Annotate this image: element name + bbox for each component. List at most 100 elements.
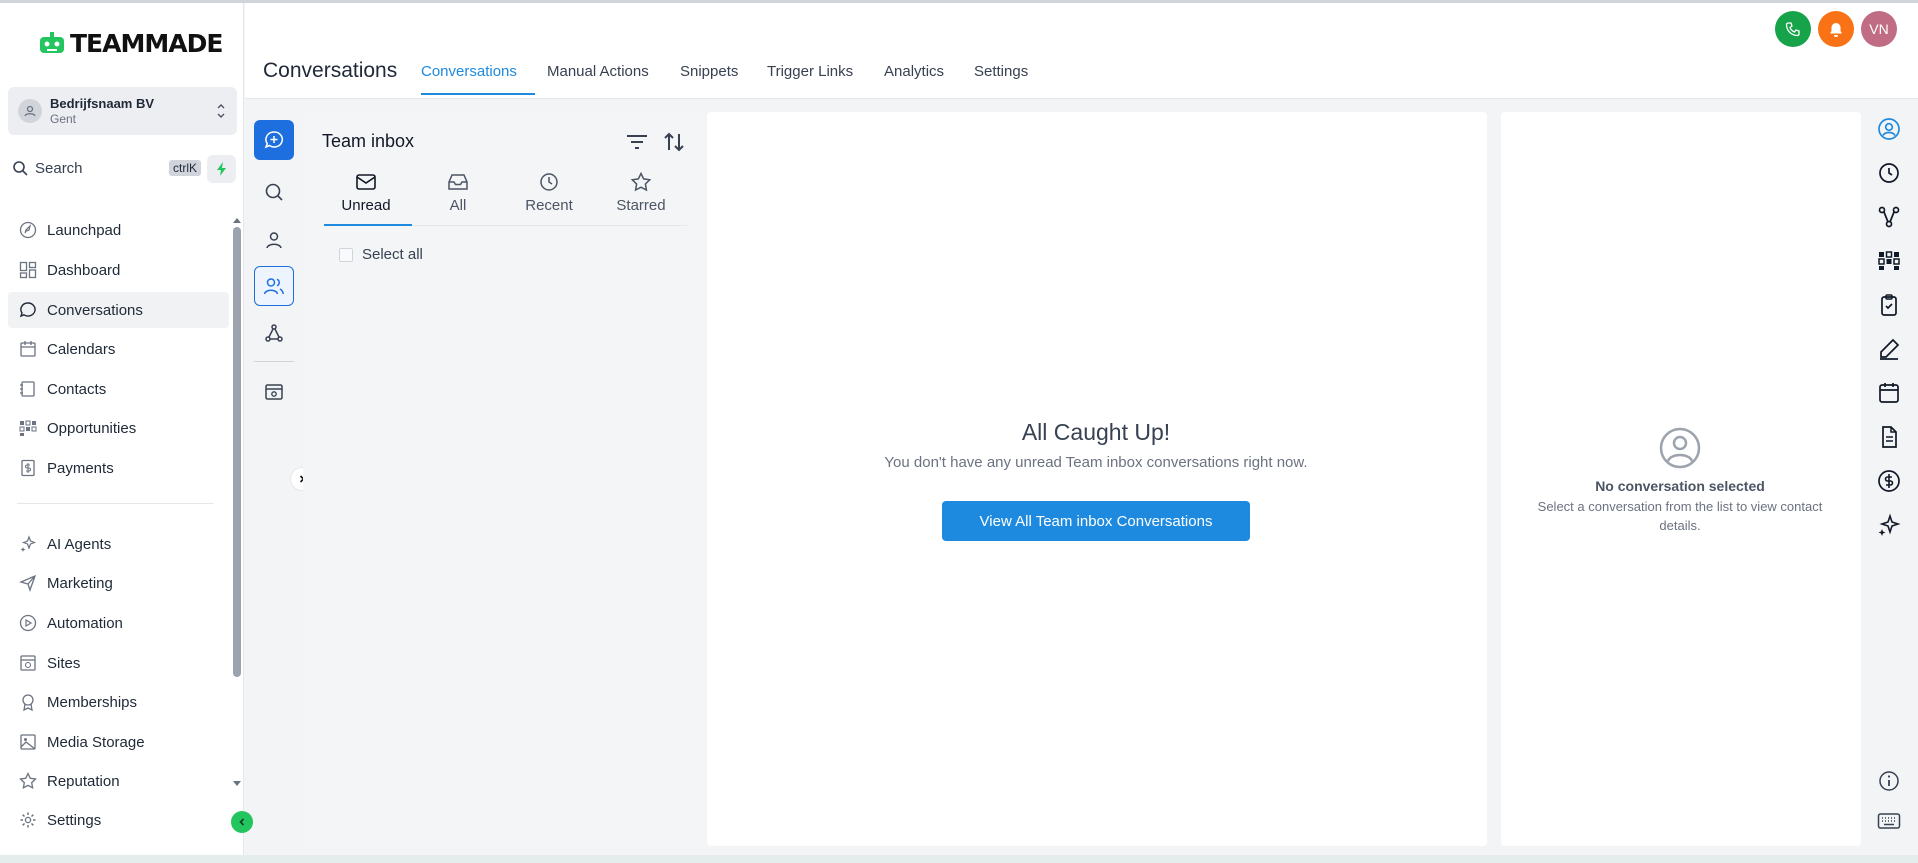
page-title: Conversations [263,59,398,82]
account-avatar-icon [18,99,42,123]
bolt-icon [216,162,226,176]
opportunities-icon[interactable] [1876,248,1902,274]
select-all-label[interactable]: Select all [362,246,423,263]
quick-action-button[interactable] [207,155,236,183]
subtab-label: Starred [616,197,666,214]
subtab-unread[interactable]: Unread [323,170,409,214]
sidebar-item-memberships[interactable]: Memberships [8,684,229,720]
send-icon [18,573,38,593]
subtab-starred[interactable]: Starred [598,170,684,214]
sidebar-item-label: Sites [47,654,81,672]
sidebar-item-label: Contacts [47,380,107,398]
sidebar-item-dashboard[interactable]: Dashboard [8,252,229,288]
sidebar-item-launchpad[interactable]: Launchpad [8,212,229,248]
sidebar-divider [17,503,214,504]
user-icon [266,232,282,249]
view-all-conversations-button[interactable]: View All Team inbox Conversations [942,501,1250,541]
sidebar-item-contacts[interactable]: Contacts [8,371,229,407]
tab-analytics[interactable]: Analytics [884,63,944,80]
empty-state-subtitle: You don't have any unread Team inbox con… [884,454,1308,471]
sidebar-item-calendars[interactable]: Calendars [8,331,229,367]
info-icon[interactable] [1876,768,1902,794]
history-icon[interactable] [1876,160,1902,186]
subtab-recent[interactable]: Recent [506,170,592,214]
app-logo[interactable]: TEAMMADE [38,29,223,58]
opportunities-icon [18,418,38,438]
inbox-icon [415,170,501,194]
bell-icon [1830,22,1842,37]
sidebar-item-reputation[interactable]: Reputation [8,763,229,799]
sidebar-item-sites[interactable]: Sites [8,645,229,681]
select-all-checkbox[interactable] [339,248,353,262]
workflow-icon[interactable] [1876,204,1902,230]
collapse-sidebar-button[interactable] [231,811,253,833]
sidebar-item-label: Calendars [47,340,116,358]
sidebar-item-conversations[interactable]: Conversations [8,292,229,328]
no-conversation-title: No conversation selected [1595,478,1765,494]
rail-workflow-button[interactable] [254,313,294,353]
user-avatar-button[interactable]: VN [1861,11,1897,47]
bottom-strip [0,855,1918,863]
ai-sparkle-icon[interactable] [1876,512,1902,538]
sidebar-item-marketing[interactable]: Marketing [8,565,229,601]
sidebar-scrollbar-thumb[interactable] [233,227,241,677]
sidebar-item-opportunities[interactable]: Opportunities [8,410,229,446]
calendar-icon[interactable] [1876,380,1902,406]
users-icon [263,278,285,295]
document-icon[interactable] [1876,424,1902,450]
sidebar-item-media-storage[interactable]: Media Storage [8,724,229,760]
keyboard-icon[interactable] [1876,808,1902,834]
sidebar-item-label: AI Agents [47,535,112,553]
tab-conversations[interactable]: Conversations [421,63,517,80]
sidebar-search[interactable]: Search ctrlK [12,155,201,181]
tab-settings[interactable]: Settings [974,63,1028,80]
phone-button[interactable] [1775,11,1811,47]
rail-search-button[interactable] [254,172,294,212]
notifications-button[interactable] [1818,11,1854,47]
logo-text: TEAMMADE [70,29,223,58]
tab-snippets[interactable]: Snippets [680,63,738,80]
sidebar-item-label: Reputation [47,772,120,790]
new-message-button[interactable] [254,120,294,160]
subtab-label: Recent [525,197,573,214]
sidebar-item-label: Launchpad [47,221,122,239]
tab-manual-actions[interactable]: Manual Actions [547,63,649,80]
sort-icon[interactable] [662,130,686,154]
chevron-left-icon [239,818,245,826]
rail-team-inbox-button[interactable] [254,266,294,306]
account-switcher[interactable]: Bedrijfsnaam BV Gent [8,87,237,135]
account-location: Gent [50,112,77,126]
sidebar-item-label: Dashboard [47,261,121,279]
notes-pen-icon[interactable] [1876,336,1902,362]
avatar-initials: VN [1869,21,1889,37]
top-header: Conversations Conversations Manual Actio… [245,3,1918,99]
subtab-all[interactable]: All [415,170,501,214]
phone-icon [1785,22,1800,37]
rail-my-inbox-button[interactable] [254,220,294,260]
payments-icon [18,458,38,478]
filter-icon[interactable] [625,131,649,153]
account-name: Bedrijfsnaam BV [50,96,155,111]
sidebar-item-settings[interactable]: Settings [8,802,229,838]
conversation-panel [707,112,1487,846]
chevron-updown-icon [215,101,227,121]
sidebar-item-automation[interactable]: Automation [8,605,229,641]
dollar-icon[interactable] [1876,468,1902,494]
sparkle-icon [18,534,38,554]
inbox-list-panel [303,112,705,846]
rail-preview-button[interactable] [254,372,294,412]
sidebar-item-label: Opportunities [47,419,137,437]
sidebar-item-ai-agents[interactable]: AI Agents [8,526,229,562]
no-conversation-subtitle: Select a conversation from the list to v… [1537,499,1823,533]
contact-profile-icon[interactable] [1876,116,1902,142]
dashboard-icon [18,260,38,280]
sidebar-item-label: Payments [47,459,114,477]
sites-icon [18,653,38,673]
tab-trigger-links[interactable]: Trigger Links [767,63,853,80]
sidebar-item-payments[interactable]: Payments [8,450,229,486]
subtab-label: All [449,197,467,214]
clock-icon [506,170,592,194]
tasks-icon[interactable] [1876,292,1902,318]
gear-icon [18,810,38,830]
preview-icon [265,384,283,400]
